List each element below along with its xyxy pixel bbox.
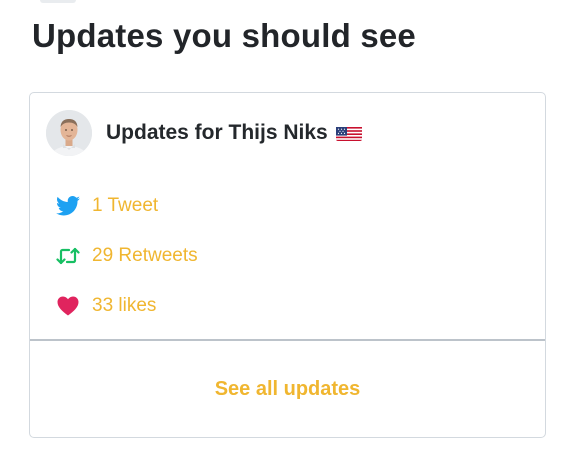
stat-tweets[interactable]: 1 Tweet <box>56 193 198 219</box>
stats-list: 1 Tweet 29 Retweets 33 likes <box>56 193 198 343</box>
stat-label: 33 likes <box>92 295 157 316</box>
retweet-icon <box>56 244 80 268</box>
page-title: Updates you should see <box>32 17 416 54</box>
updates-card: Updates for Thijs Niks 1 Tweet 29 Retwee… <box>29 92 546 438</box>
stat-label: 29 Retweets <box>92 245 198 266</box>
card-title-text: Updates for Thijs Niks <box>106 121 328 144</box>
card-header: Updates for Thijs Niks <box>46 109 529 157</box>
heart-icon <box>56 294 80 318</box>
twitter-bird-icon <box>56 194 80 218</box>
avatar-image <box>46 110 92 156</box>
stat-retweets[interactable]: 29 Retweets <box>56 243 198 269</box>
stat-likes[interactable]: 33 likes <box>56 293 198 319</box>
see-all-updates-link[interactable]: See all updates <box>30 341 545 437</box>
avatar[interactable] <box>46 110 92 156</box>
top-edge-decoration <box>40 0 76 3</box>
stat-label: 1 Tweet <box>92 195 159 216</box>
us-flag-icon <box>335 125 362 141</box>
card-title[interactable]: Updates for Thijs Niks <box>106 121 362 145</box>
